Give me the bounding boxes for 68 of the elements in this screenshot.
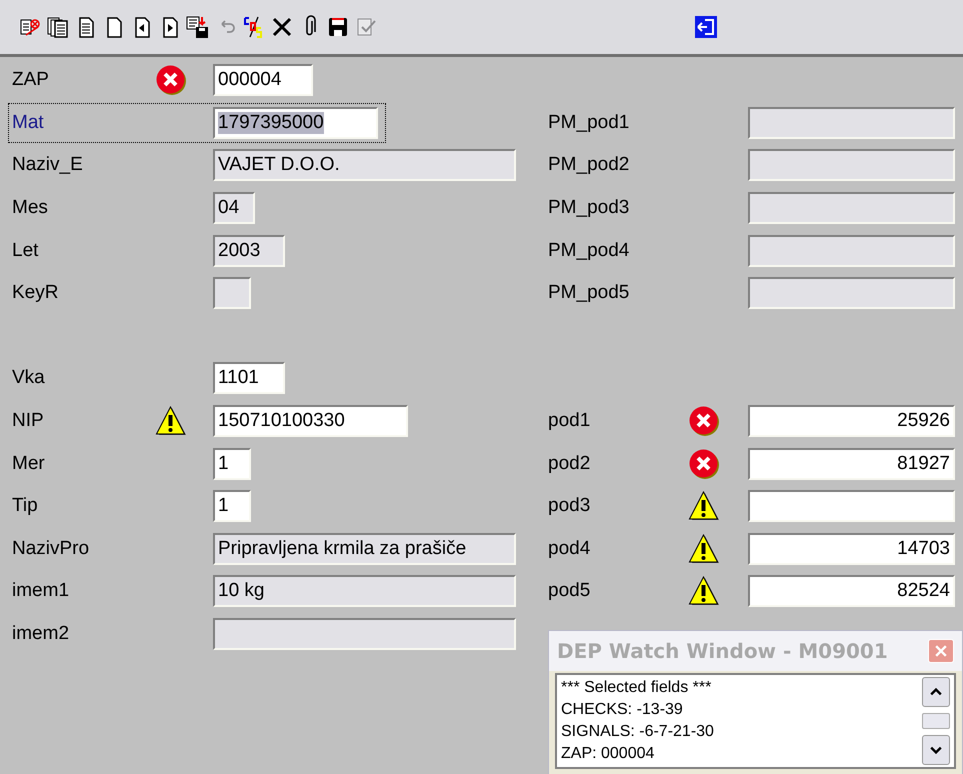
input-field[interactable] xyxy=(748,149,955,182)
field-label: Naziv_E xyxy=(12,154,83,176)
input-field[interactable]: 1101 xyxy=(213,362,285,394)
input-field[interactable]: 14703 xyxy=(748,532,955,565)
field-label: pod2 xyxy=(548,452,590,475)
input-field[interactable] xyxy=(748,106,955,139)
close-icon xyxy=(935,645,947,657)
input-field[interactable]: 000004 xyxy=(213,64,313,96)
input-field[interactable]: Pripravljena krmila za prašiče xyxy=(213,532,516,565)
field-label: Vka xyxy=(12,367,45,390)
input-field[interactable] xyxy=(748,234,955,267)
field-label: PM_pod2 xyxy=(548,154,630,176)
log-line: ZAP: 000004 xyxy=(561,744,656,764)
input-field[interactable] xyxy=(213,277,251,310)
field-label: imem1 xyxy=(12,580,70,602)
pages-icon[interactable] xyxy=(46,15,70,39)
input-field[interactable]: 10 kg xyxy=(213,575,516,608)
scroll-down-button[interactable] xyxy=(922,735,950,765)
field-label: Mer xyxy=(12,452,45,475)
field-label: Mat xyxy=(12,112,44,134)
warning-icon xyxy=(155,405,187,438)
input-field[interactable] xyxy=(213,618,516,650)
error-icon xyxy=(688,405,720,438)
field-label: pod5 xyxy=(548,580,590,602)
field-label: imem2 xyxy=(12,623,70,646)
log-line: SIGNALS: -6-7-21-30 xyxy=(561,722,715,742)
warning-icon xyxy=(688,490,720,522)
input-field[interactable]: 25926 xyxy=(748,405,955,438)
save-icon[interactable] xyxy=(326,15,350,39)
field-label: ZAP xyxy=(12,69,49,92)
field-label: Let xyxy=(12,240,38,262)
input-field[interactable]: 1797395000 xyxy=(213,106,378,139)
warning-icon xyxy=(688,532,720,565)
field-label: NazivPro xyxy=(12,538,90,560)
input-field[interactable] xyxy=(748,277,955,310)
field-label: Mes xyxy=(12,197,48,220)
field-label: PM_pod5 xyxy=(548,282,630,304)
input-field[interactable]: 1 xyxy=(213,490,251,522)
input-field[interactable]: 150710100330 xyxy=(213,405,408,438)
input-field[interactable]: 04 xyxy=(213,192,255,224)
caret-up-icon xyxy=(930,686,942,698)
error-icon xyxy=(155,64,187,96)
field-label: pod4 xyxy=(548,538,590,560)
error-icon xyxy=(688,448,720,480)
scroll-up-button[interactable] xyxy=(922,677,950,707)
input-field[interactable] xyxy=(748,192,955,224)
field-label: PM_pod1 xyxy=(548,112,630,134)
input-field[interactable]: 1 xyxy=(213,448,251,480)
field-label: Tip xyxy=(12,495,38,518)
scroll-thumb[interactable] xyxy=(922,713,950,729)
field-label: PM_pod4 xyxy=(548,240,630,262)
warning-icon xyxy=(688,575,720,608)
input-field[interactable]: 82524 xyxy=(748,575,955,608)
log-line: *** Selected fields *** xyxy=(561,678,712,698)
field-label: PM_pod3 xyxy=(548,197,630,220)
field-label: pod1 xyxy=(548,410,590,432)
caret-down-icon xyxy=(930,744,942,756)
close-icon[interactable] xyxy=(270,15,294,39)
input-field[interactable]: 2003 xyxy=(213,234,285,267)
input-field[interactable]: VAJET D.O.O. xyxy=(213,149,516,182)
exit-icon[interactable] xyxy=(694,15,718,39)
window-title: DEP Watch Window - M09001 xyxy=(557,639,888,663)
log-line: CHECKS: -13-39 xyxy=(561,700,684,720)
field-label: NIP xyxy=(12,410,44,432)
input-field[interactable] xyxy=(748,490,955,522)
input-field[interactable]: 81927 xyxy=(748,448,955,480)
field-label: KeyR xyxy=(12,282,58,304)
field-label: pod3 xyxy=(548,495,590,518)
